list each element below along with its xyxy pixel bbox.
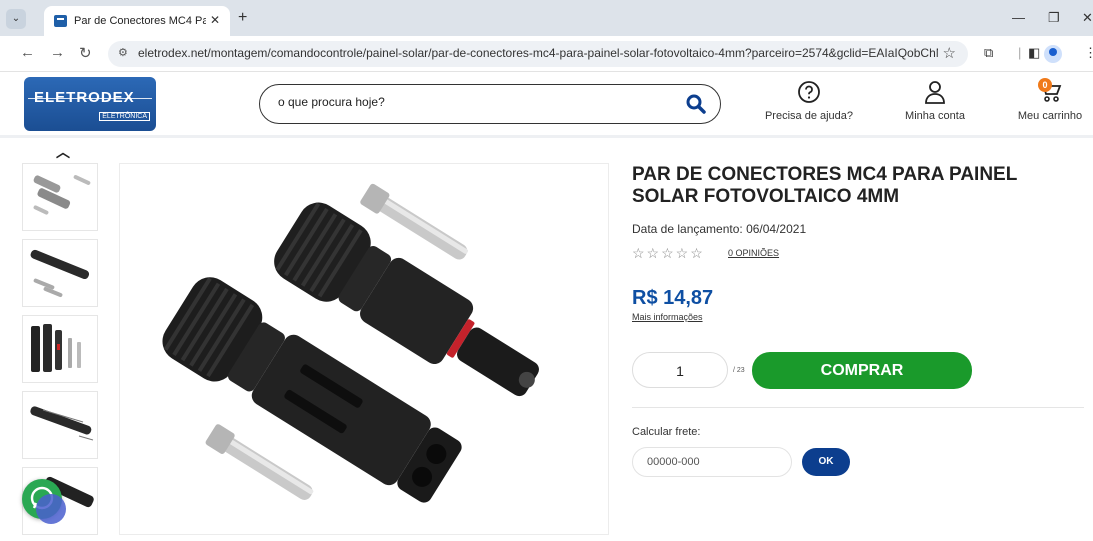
product-price: R$ 14,87: [632, 287, 714, 309]
minimize-icon[interactable]: —: [1012, 10, 1025, 25]
thumbnail-4[interactable]: [22, 391, 98, 459]
site-logo[interactable]: ELETRODEX ELETRÔNICA: [24, 77, 156, 131]
favicon-icon: [54, 15, 67, 27]
cart-label: Meu carrinho: [1017, 110, 1083, 122]
thumbnail-1[interactable]: [22, 163, 98, 231]
url-text[interactable]: eletrodex.net/montagem/comandocontrole/p…: [138, 46, 938, 60]
thumbnail-3[interactable]: [22, 315, 98, 383]
browser-toolbar: ← → ↻ ⚙ eletrodex.net/montagem/comandoco…: [0, 36, 1093, 72]
side-panel-icon[interactable]: ◧: [1028, 45, 1040, 61]
search-icon[interactable]: [686, 94, 706, 114]
stock-count: / 23: [733, 367, 745, 374]
window-close-icon[interactable]: ✕: [1082, 10, 1093, 26]
product-title: PAR DE CONECTORES MC4 PARA PAINEL SOLAR …: [632, 164, 1017, 207]
account-link[interactable]: Minha conta: [898, 80, 972, 122]
bookmark-star-icon[interactable]: ☆: [943, 44, 956, 62]
search-input[interactable]: [278, 95, 658, 109]
release-date: Data de lançamento: 06/04/2021: [632, 222, 807, 236]
reviews-link[interactable]: 0 OPINIÕES: [728, 248, 779, 258]
profile-avatar-icon[interactable]: [1044, 45, 1062, 63]
site-info-icon[interactable]: ⚙: [118, 46, 128, 59]
thumbnail-image: [30, 406, 94, 441]
chat-widget-icon[interactable]: [36, 494, 66, 524]
forward-icon[interactable]: →: [50, 44, 65, 61]
search-bar[interactable]: [259, 84, 721, 124]
address-bar[interactable]: ⚙ eletrodex.net/montagem/comandocontrole…: [108, 41, 968, 67]
thumbnail-image: [33, 175, 91, 215]
reload-icon[interactable]: ↻: [79, 44, 92, 62]
cart-count-badge: 0: [1038, 78, 1052, 92]
more-info-link[interactable]: Mais informações: [632, 312, 703, 322]
user-icon: [925, 81, 945, 104]
help-icon: [798, 81, 820, 103]
logo-text: ELETRODEX: [34, 89, 135, 106]
toolbar-divider: |: [1018, 45, 1022, 60]
back-icon[interactable]: ←: [20, 44, 35, 61]
tab-title: Par de Conectores MC4 Para Pa: [74, 15, 206, 27]
browser-tabstrip: ⌄ Par de Conectores MC4 Para Pa ✕ + — ❐ …: [0, 0, 1093, 36]
rating-stars-icon: ☆☆☆☆☆: [632, 245, 705, 261]
account-label: Minha conta: [905, 110, 965, 122]
new-tab-button[interactable]: +: [238, 9, 247, 27]
extensions-icon[interactable]: ⧉: [984, 45, 993, 61]
buy-button[interactable]: COMPRAR: [752, 352, 972, 389]
divider: [632, 407, 1084, 408]
cep-input[interactable]: [647, 456, 777, 468]
mc4-connector-image: [162, 183, 539, 503]
calculate-freight-button[interactable]: OK: [802, 448, 850, 476]
site-header: ELETRODEX ELETRÔNICA Precisa de ajuda? M…: [0, 72, 1093, 138]
logo-subtitle: ELETRÔNICA: [99, 112, 150, 121]
restore-icon[interactable]: ❐: [1048, 10, 1060, 26]
thumbnail-image: [30, 249, 90, 297]
browser-tab[interactable]: Par de Conectores MC4 Para Pa ✕: [44, 6, 230, 36]
tab-search-button[interactable]: ⌄: [6, 9, 26, 29]
cart-link[interactable]: 0 Meu carrinho: [1012, 78, 1088, 122]
help-label: Precisa de ajuda?: [764, 110, 854, 122]
cep-field[interactable]: [632, 447, 792, 477]
freight-label: Calcular frete:: [632, 426, 701, 438]
close-tab-icon[interactable]: ✕: [210, 13, 220, 27]
help-link[interactable]: Precisa de ajuda?: [762, 80, 856, 122]
product-main-image[interactable]: [119, 163, 609, 535]
browser-menu-icon[interactable]: ⋮: [1084, 45, 1093, 61]
quantity-input[interactable]: 1: [632, 352, 728, 388]
thumbnails-up-chevron-icon[interactable]: ︿: [56, 142, 70, 162]
thumbnail-image: [31, 324, 81, 372]
thumbnail-2[interactable]: [22, 239, 98, 307]
